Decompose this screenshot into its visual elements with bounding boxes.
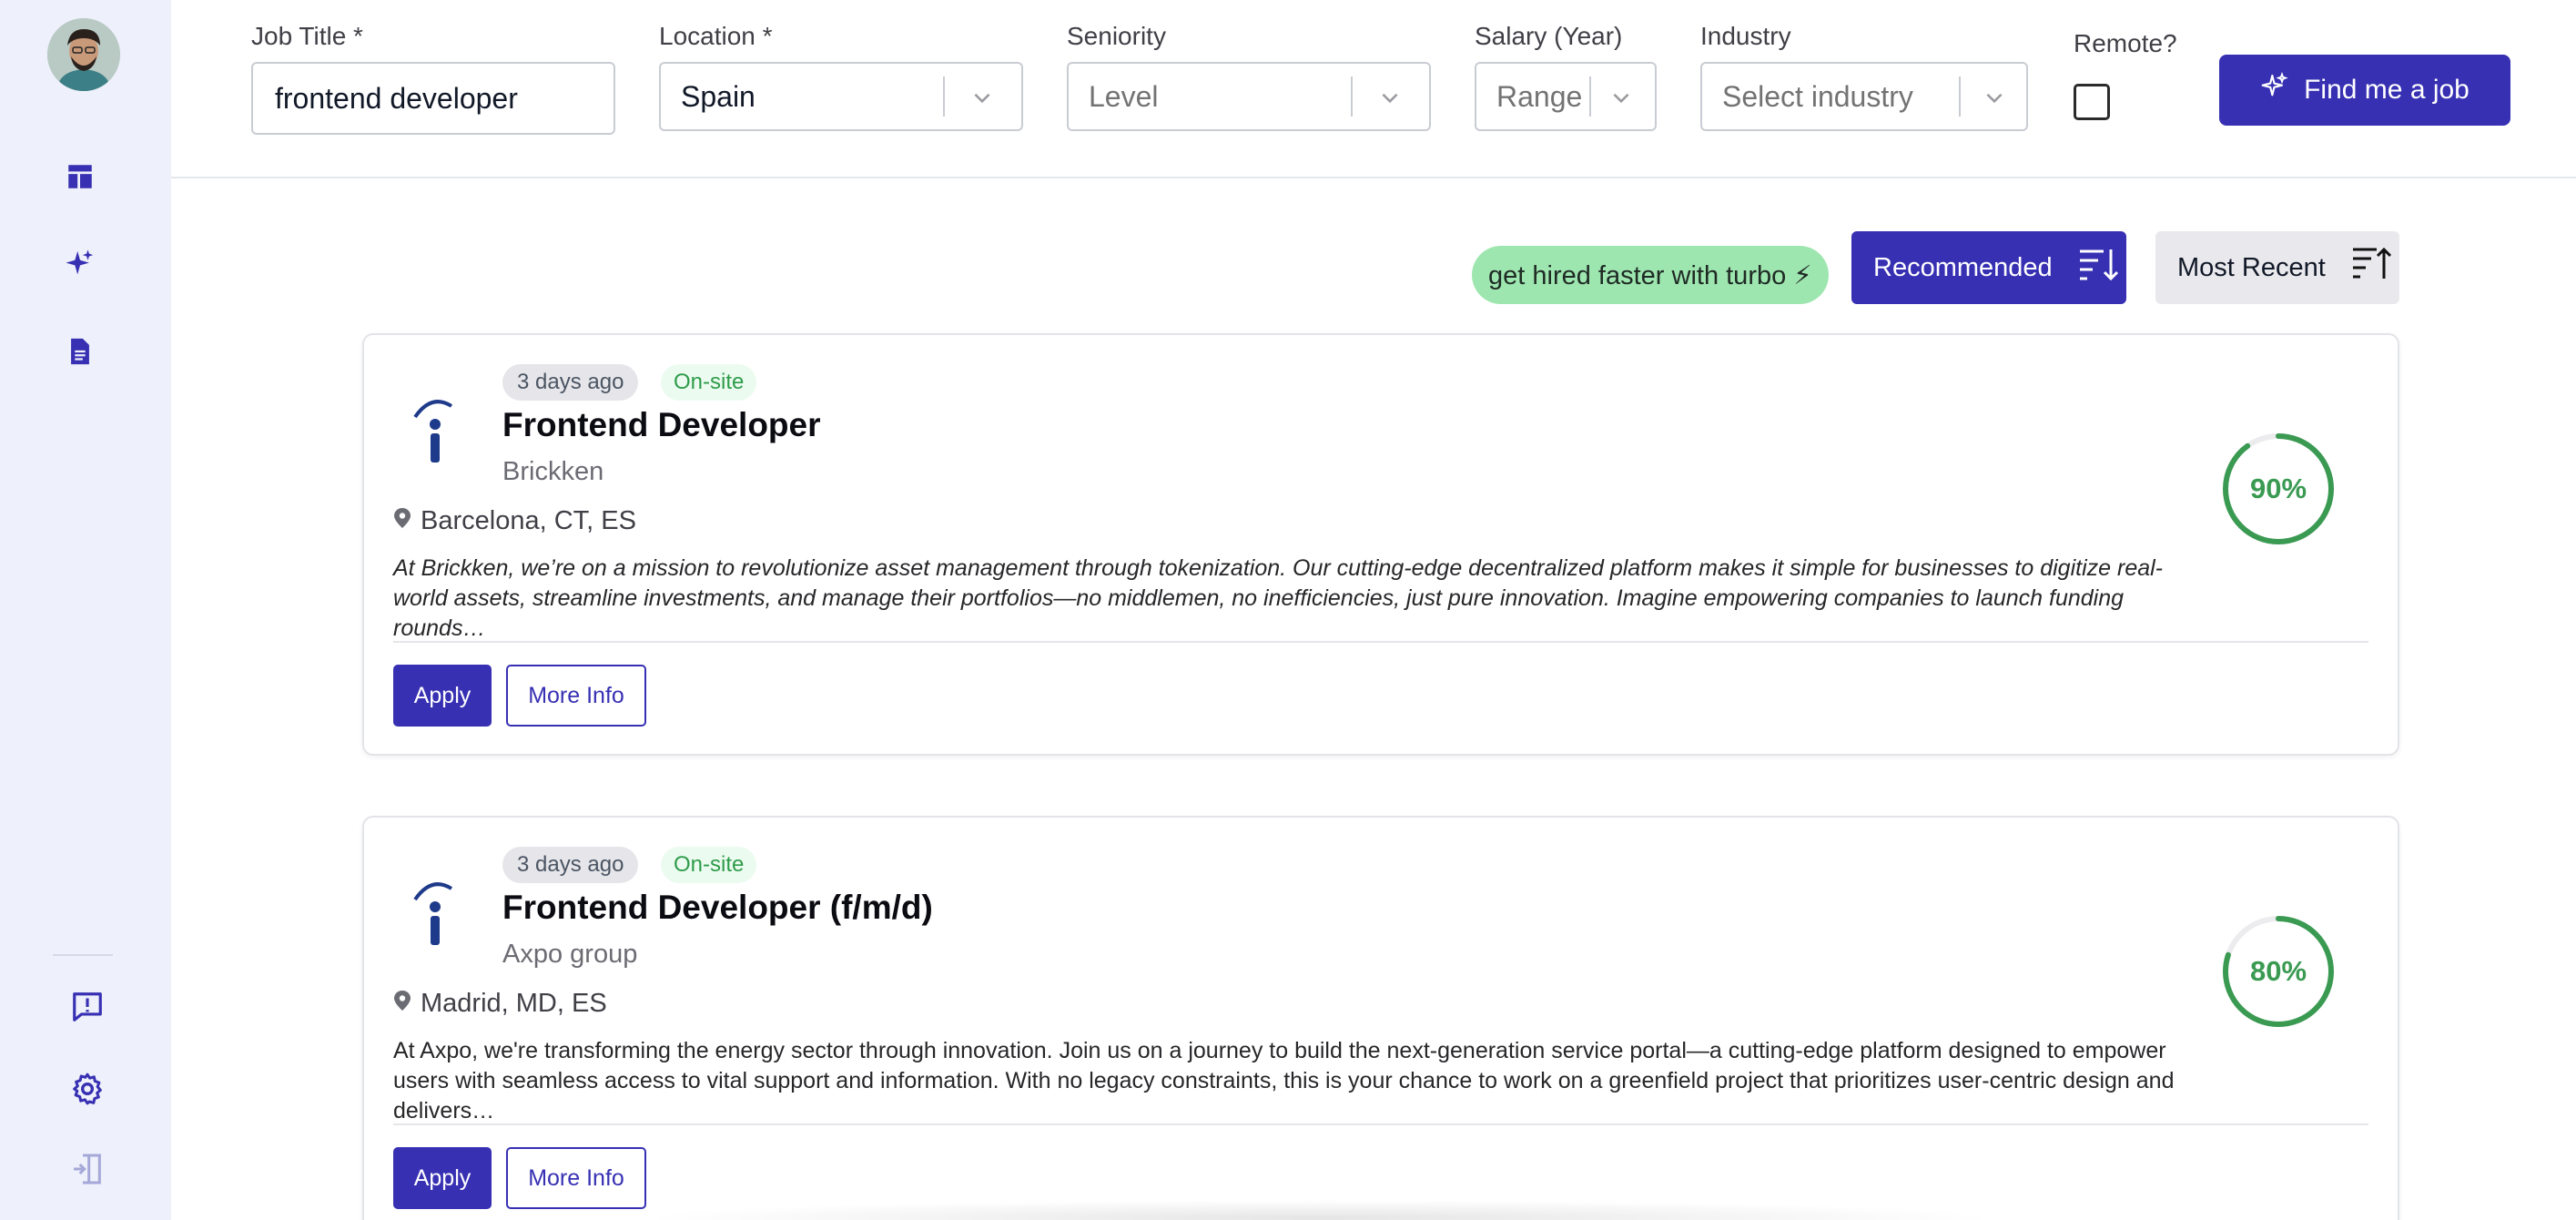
select-separator — [1589, 76, 1591, 117]
chevron-down-icon — [969, 84, 996, 111]
salary-select[interactable]: Range — [1475, 62, 1657, 131]
company-name: Axpo group — [502, 940, 638, 969]
sparkles-icon — [2260, 71, 2289, 108]
turbo-upsell-badge[interactable]: get hired faster with turbo ⚡ — [1472, 246, 1829, 304]
location-pin-icon — [393, 506, 411, 536]
dashboard-icon[interactable] — [58, 155, 102, 198]
find-job-button[interactable]: Find me a job — [2219, 55, 2510, 126]
job-card[interactable]: 3 days ago On-site Frontend Developer (f… — [362, 816, 2399, 1220]
job-description: At Brickken, we’re on a mission to revol… — [393, 555, 2164, 641]
select-separator — [1959, 76, 1961, 117]
turbo-label: get hired faster with turbo ⚡ — [1488, 260, 1812, 290]
sort-recommended-label: Recommended — [1873, 252, 2053, 282]
chevron-down-icon — [1607, 84, 1635, 111]
industry-label: Industry — [1700, 22, 1791, 50]
work-type-badge: On-site — [661, 847, 757, 883]
job-card[interactable]: 3 days ago On-site Frontend Developer Br… — [362, 333, 2399, 756]
posted-badge: 3 days ago — [502, 847, 639, 883]
remote-label: Remote? — [2074, 29, 2177, 57]
filter-bar: Job Title * Location * Spain Seniority L… — [171, 0, 2576, 178]
location-text: Barcelona, CT, ES — [421, 506, 636, 535]
company-logo — [408, 393, 459, 466]
company-logo — [408, 876, 459, 949]
location-text: Madrid, MD, ES — [421, 989, 607, 1018]
work-type-badge: On-site — [661, 364, 757, 401]
job-title-input[interactable] — [251, 62, 615, 135]
more-info-button[interactable]: More Info — [506, 1147, 646, 1209]
more-info-button[interactable]: More Info — [506, 665, 646, 727]
seniority-label: Seniority — [1067, 22, 1166, 50]
industry-placeholder: Select industry — [1722, 80, 1913, 113]
salary-label: Salary (Year) — [1475, 22, 1623, 50]
industry-select[interactable]: Select industry — [1700, 62, 2028, 131]
apply-button[interactable]: Apply — [393, 1147, 492, 1209]
job-location: Madrid, MD, ES — [393, 989, 607, 1019]
find-job-label: Find me a job — [2304, 75, 2470, 105]
chevron-down-icon — [1981, 84, 2008, 111]
location-label: Location * — [659, 22, 773, 50]
job-title-label: Job Title * — [251, 22, 363, 50]
salary-placeholder: Range — [1496, 80, 1583, 113]
document-icon[interactable] — [58, 330, 102, 373]
sort-recommended-button[interactable]: Recommended — [1851, 231, 2126, 304]
remote-checkbox[interactable] — [2074, 84, 2110, 120]
match-score-label: 90% — [2249, 473, 2307, 504]
sparkles-icon[interactable] — [58, 242, 102, 286]
card-divider — [393, 641, 2368, 643]
match-score: 90% — [2221, 432, 2336, 546]
sidebar — [0, 0, 171, 1220]
match-score: 80% — [2221, 914, 2336, 1029]
match-score-label: 80% — [2249, 955, 2307, 987]
posted-badge: 3 days ago — [502, 364, 639, 401]
select-separator — [1351, 76, 1353, 117]
logout-icon[interactable] — [66, 1147, 109, 1191]
location-pin-icon — [393, 989, 411, 1019]
job-title[interactable]: Frontend Developer — [502, 406, 821, 444]
job-location: Barcelona, CT, ES — [393, 506, 636, 536]
sort-ascending-icon — [2351, 246, 2391, 290]
seniority-placeholder: Level — [1089, 80, 1159, 113]
job-title[interactable]: Frontend Developer (f/m/d) — [502, 889, 933, 927]
avatar[interactable] — [47, 18, 120, 91]
job-description: At Axpo, we're transforming the energy s… — [393, 1038, 2175, 1123]
select-separator — [943, 76, 945, 117]
sort-descending-icon — [2078, 246, 2118, 290]
card-divider — [393, 1123, 2368, 1125]
feedback-icon[interactable] — [66, 985, 109, 1029]
chevron-down-icon — [1376, 84, 1404, 111]
sidebar-divider — [53, 954, 113, 956]
apply-button[interactable]: Apply — [393, 665, 492, 727]
seniority-select[interactable]: Level — [1067, 62, 1431, 131]
location-select[interactable]: Spain — [659, 62, 1023, 131]
sort-most-recent-label: Most Recent — [2177, 252, 2326, 282]
gear-icon[interactable] — [66, 1067, 109, 1111]
location-value: Spain — [681, 80, 756, 113]
sort-most-recent-button[interactable]: Most Recent — [2155, 231, 2399, 304]
scroll-shadow — [637, 1200, 2003, 1220]
company-name: Brickken — [502, 457, 604, 486]
